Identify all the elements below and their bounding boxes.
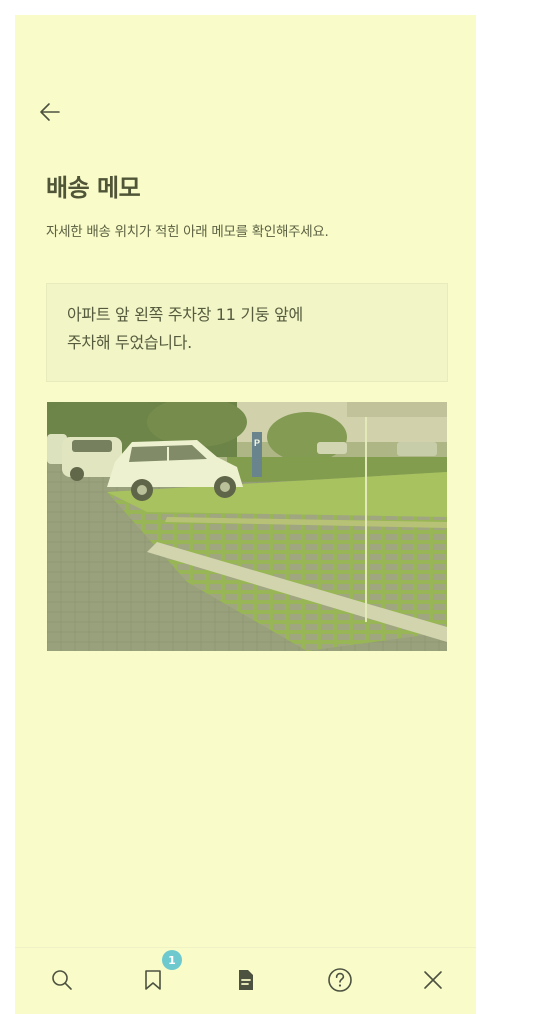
- bookmark-badge: 1: [162, 950, 182, 970]
- memo-line-1: 아파트 앞 왼쪽 주차장 11 기둥 앞에: [67, 305, 303, 324]
- memo-box: 아파트 앞 왼쪽 주차장 11 기둥 앞에 주차해 두었습니다.: [46, 283, 448, 382]
- delivery-location-photo[interactable]: P: [47, 402, 447, 651]
- page-title: 배송 메모: [46, 174, 141, 202]
- close-icon: [424, 971, 442, 989]
- tab-help[interactable]: [318, 958, 362, 1002]
- tab-search[interactable]: [40, 958, 84, 1002]
- arrow-left-icon: [40, 103, 60, 121]
- memo-line-2: 주차해 두었습니다.: [67, 333, 192, 352]
- back-button[interactable]: [35, 97, 65, 127]
- parking-lot-illustration: P: [47, 402, 447, 651]
- bookmark-icon: [145, 970, 161, 990]
- search-icon: [52, 970, 72, 990]
- bottom-tab-bar: [15, 947, 476, 1014]
- parking-sign-text: P: [254, 438, 260, 448]
- help-icon: [328, 968, 352, 992]
- tab-close[interactable]: [411, 958, 455, 1002]
- document-icon: [239, 970, 253, 990]
- tab-document[interactable]: [224, 958, 268, 1002]
- page-subtitle: 자세한 배송 위치가 적힌 아래 메모를 확인해주세요.: [46, 224, 329, 240]
- delivery-memo-screen: 배송 메모 자세한 배송 위치가 적힌 아래 메모를 확인해주세요. 아파트 앞…: [15, 15, 476, 1014]
